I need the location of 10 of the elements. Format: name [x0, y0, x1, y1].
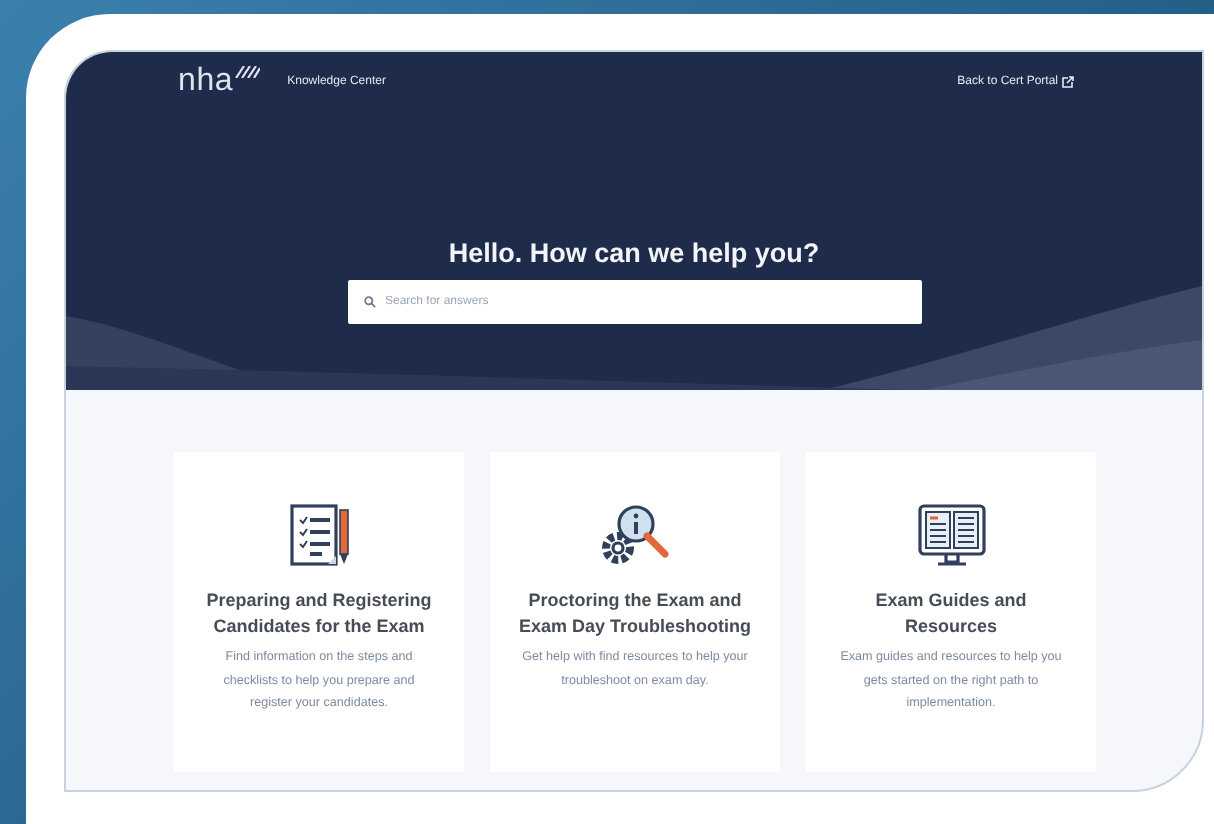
card-title[interactable]: Preparing and Registering Candidates for the Exam	[197, 588, 441, 640]
logo-mark-icon	[233, 66, 260, 78]
external-link-icon	[1062, 76, 1074, 88]
checklist-pencil-icon	[285, 502, 353, 570]
hero-title: Hello. How can we help you?	[448, 238, 820, 268]
card-title[interactable]: Exam Guides and Resources	[829, 588, 1073, 640]
logo-text[interactable]: nha	[178, 66, 234, 98]
book-monitor-icon	[915, 502, 987, 570]
card-title[interactable]: Proctoring the Exam and Exam Day Troubleshooting	[513, 588, 757, 640]
gear-magnifier-icon	[597, 502, 673, 570]
